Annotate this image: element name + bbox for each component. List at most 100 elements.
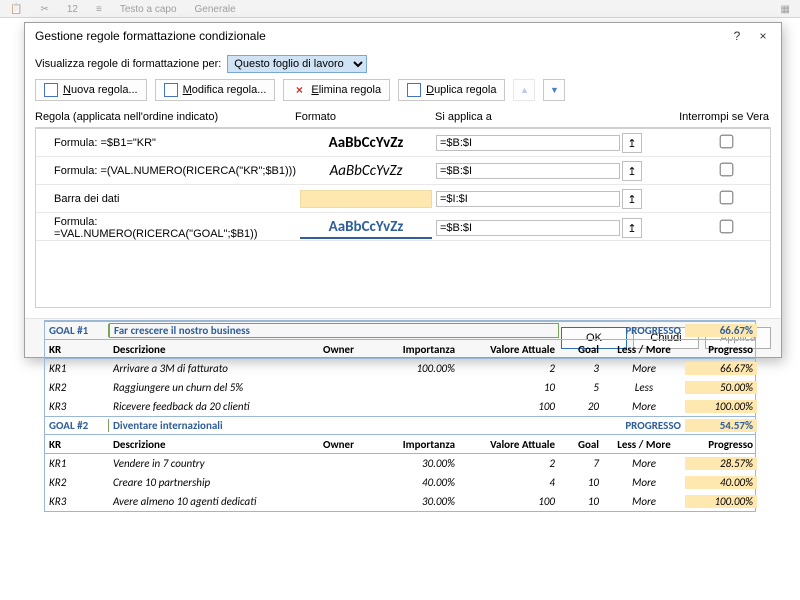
duplicate-rule-button[interactable]: Duplica regola — [398, 79, 505, 101]
table-header-row: KRDescrizioneOwnerImportanzaValore Attua… — [45, 340, 755, 359]
applies-input[interactable] — [436, 220, 620, 236]
cf-rules-manager-dialog: Gestione regole formattazione condiziona… — [24, 22, 782, 358]
cell: More — [603, 495, 685, 508]
range-picker-button[interactable] — [622, 161, 642, 181]
cell: KR2 — [45, 476, 109, 489]
cf-icon: ▦ — [781, 4, 790, 15]
range-picker-button[interactable] — [622, 218, 642, 238]
cell: 30.00% — [373, 495, 459, 508]
rules-list: Formula: =$B1="KR" AaBbCcYvZz Formula: =(V… — [35, 128, 771, 308]
stop-if-true-checkbox[interactable] — [719, 191, 733, 205]
cell: 30.00% — [373, 457, 459, 470]
rule-row[interactable]: Formula: =$B1="KR" AaBbCcYvZz — [36, 129, 770, 157]
applies-input[interactable] — [436, 135, 620, 151]
cell: KR2 — [45, 381, 109, 394]
move-up-button[interactable]: ▲ — [513, 79, 535, 101]
grid-icon — [164, 83, 178, 97]
x-icon: × — [292, 83, 306, 97]
delete-rule-button[interactable]: × Elimina regola — [283, 79, 390, 101]
cell: KR3 — [45, 495, 109, 508]
cell: More — [603, 362, 685, 375]
col-imp: Importanza — [373, 343, 459, 356]
wrap-text-label: Testo a capo — [120, 4, 177, 15]
progress-label: PROGRESSO — [559, 324, 685, 337]
format-preview: AaBbCcYvZz — [300, 132, 432, 154]
col-val: Valore Attuale — [459, 343, 559, 356]
col-goal: Goal — [559, 343, 603, 356]
move-down-button[interactable]: ▼ — [543, 79, 565, 101]
progress-label: PROGRESSO — [559, 419, 685, 432]
cell: 100.00% — [685, 400, 757, 413]
stop-if-true-cell — [676, 220, 776, 236]
close-icon[interactable]: × — [751, 27, 775, 45]
table-row: KR2Creare 10 partnership40.00%410More40.… — [45, 473, 755, 492]
cell: More — [603, 457, 685, 470]
table-header-row: KRDescrizioneOwnerImportanzaValore Attua… — [45, 435, 755, 454]
col-owner: Owner — [319, 438, 373, 451]
col-lm: Less / More — [603, 343, 685, 356]
align-icon: ≡ — [96, 4, 102, 15]
goal-id: GOAL #1 — [45, 324, 109, 337]
goal-id: GOAL #2 — [45, 419, 109, 432]
cell: More — [603, 476, 685, 489]
range-picker-button[interactable] — [622, 133, 642, 153]
worksheet-preview: GOAL #1Far crescere il nostro businessPR… — [44, 320, 756, 512]
applies-cell — [436, 218, 676, 238]
scope-select[interactable]: Questo foglio di lavoro — [227, 55, 367, 73]
cell: 100.00% — [373, 362, 459, 375]
goal-progress: 54.57% — [685, 419, 757, 432]
applies-input[interactable] — [436, 191, 620, 207]
cell: 50.00% — [685, 381, 757, 394]
rules-columns-header: Regola (applicata nell'ordine indicato) … — [35, 107, 771, 128]
rule-label: Formula: =VAL.NUMERO(RICERCA("GOAL";$B1)… — [36, 216, 296, 240]
range-picker-button[interactable] — [622, 189, 642, 209]
rule-label: Formula: =$B1="KR" — [36, 137, 296, 149]
cell: KR3 — [45, 400, 109, 413]
applies-input[interactable] — [436, 163, 620, 179]
cell: KR1 — [45, 362, 109, 375]
cell: More — [603, 400, 685, 413]
edit-rule-button[interactable]: Modifica regola... — [155, 79, 276, 101]
col-prog: Progresso — [685, 343, 757, 356]
show-rules-label: Visualizza regole di formattazione per: — [35, 58, 221, 70]
dialog-title: Gestione regole formattazione condiziona… — [35, 29, 266, 43]
dialog-titlebar[interactable]: Gestione regole formattazione condiziona… — [25, 23, 781, 49]
number-format-label: Generale — [195, 4, 236, 15]
rule-row[interactable]: Formula: =VAL.NUMERO(RICERCA("GOAL";$B1)… — [36, 213, 770, 241]
rule-row[interactable]: Formula: =(VAL.NUMERO(RICERCA("KR";$B1))… — [36, 157, 770, 185]
col-descr: Descrizione — [109, 343, 319, 356]
cell: Creare 10 partnership — [109, 476, 319, 489]
cell: 100 — [459, 495, 559, 508]
col-rule: Regola (applicata nell'ordine indicato) — [35, 111, 295, 123]
cell: Arrivare a 3M di fatturato — [109, 362, 319, 375]
cell: Less — [603, 381, 685, 394]
stop-if-true-checkbox[interactable] — [719, 220, 733, 234]
col-kr: KR — [45, 343, 109, 356]
stop-if-true-checkbox[interactable] — [719, 163, 733, 177]
cell: 100.00% — [685, 495, 757, 508]
help-button[interactable]: ? — [725, 27, 749, 45]
cell: 7 — [559, 457, 603, 470]
cell: 3 — [559, 362, 603, 375]
cell: 5 — [559, 381, 603, 394]
stop-if-true-cell — [676, 191, 776, 207]
cell: Raggiungere un churn del 5% — [109, 381, 319, 394]
rule-row[interactable]: Barra dei dati — [36, 185, 770, 213]
applies-cell — [436, 189, 676, 209]
table-row: KR3Avere almeno 10 agenti dedicati 30.00%… — [45, 492, 755, 511]
col-applies: Si applica a — [435, 111, 675, 123]
stop-if-true-checkbox[interactable] — [719, 135, 733, 149]
cell: Avere almeno 10 agenti dedicati — [109, 495, 319, 508]
col-imp: Importanza — [373, 438, 459, 451]
col-descr: Descrizione — [109, 438, 319, 451]
col-val: Valore Attuale — [459, 438, 559, 451]
table-row: KR1Vendere in 7 country30.00%27More28.57… — [45, 454, 755, 473]
goal-row: GOAL #2Diventare internazionaliPROGRESSO… — [45, 416, 755, 435]
cell: 40.00% — [685, 476, 757, 489]
cell: 10 — [459, 381, 559, 394]
stop-if-true-cell — [676, 135, 776, 151]
ribbon-bar: 📋 ✂ 12 ≡ Testo a capo Generale ▦ — [0, 0, 800, 18]
cell: 10 — [559, 495, 603, 508]
new-rule-button[interactable]: Nuova regola... — [35, 79, 147, 101]
applies-cell — [436, 161, 676, 181]
